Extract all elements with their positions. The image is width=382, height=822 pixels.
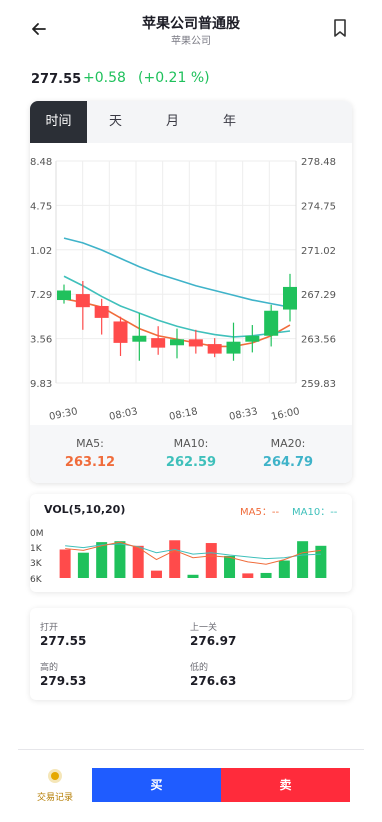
x-tick-label: 08:03 bbox=[108, 406, 138, 423]
candle-body bbox=[207, 344, 222, 354]
ma20-label: MA20: bbox=[270, 437, 306, 450]
candle-body bbox=[132, 335, 147, 342]
sell-button[interactable]: 卖 bbox=[221, 768, 350, 802]
page-title: 苹果公司普通股 bbox=[142, 16, 240, 32]
ma-summary-bar: MA5: 263.12 MA10: 262.59 MA20: 264.79 bbox=[30, 425, 352, 483]
y-tick-left: 9.83 bbox=[30, 379, 52, 390]
y-tick-left: 3.56 bbox=[30, 335, 52, 346]
bottom-divider bbox=[18, 749, 364, 750]
trade-records-link[interactable]: 交易记录 bbox=[30, 790, 80, 803]
x-tick-label: 08:18 bbox=[168, 406, 198, 423]
y-tick-right: 267.29 bbox=[301, 290, 336, 301]
candle-body bbox=[170, 339, 184, 346]
x-tick-label: 09:30 bbox=[48, 406, 78, 423]
prev-close-label: 上一关 bbox=[190, 623, 218, 633]
candle-body bbox=[264, 310, 279, 336]
current-price: 277.55 bbox=[31, 72, 82, 87]
volume-bar bbox=[169, 540, 181, 578]
volume-tick: 0M bbox=[30, 529, 44, 539]
period-tabs: 时间 天 月 年 bbox=[30, 101, 352, 143]
y-tick-left: 7.29 bbox=[30, 290, 52, 301]
prev-close-value: 276.97 bbox=[190, 634, 237, 648]
candle-body bbox=[226, 341, 241, 354]
price-change-percent: (+0.21 %) bbox=[138, 70, 210, 86]
y-tick-left: 8.48 bbox=[30, 157, 52, 168]
ma5-value: 263.12 bbox=[64, 455, 116, 470]
volume-bar bbox=[187, 574, 199, 578]
x-tick-label: 08:33 bbox=[228, 406, 258, 423]
candlestick-chart[interactable]: 8.48 278.48 4.75 274.75 1.02 271.02 7.29 267.29… bbox=[30, 143, 352, 425]
volume-bar bbox=[114, 541, 126, 578]
stats-card: 打开 277.55 上一关 276.97 高的 279.53 低的 276.63 bbox=[30, 608, 352, 700]
candle-body bbox=[113, 321, 128, 343]
volume-bar bbox=[96, 542, 108, 578]
y-tick-left: 1.02 bbox=[30, 246, 52, 257]
volume-bar bbox=[224, 555, 236, 578]
candle-body bbox=[75, 294, 90, 308]
volume-bar bbox=[150, 570, 162, 578]
volume-bar bbox=[278, 560, 290, 578]
page-subtitle: 苹果公司 bbox=[171, 36, 211, 47]
x-tick-label: 16:00 bbox=[270, 406, 300, 423]
volume-tick: 6K bbox=[30, 575, 43, 584]
volume-tick: 1K bbox=[30, 544, 43, 554]
candle-body bbox=[151, 338, 166, 348]
buy-button[interactable]: 买 bbox=[92, 768, 221, 802]
volume-bar bbox=[260, 572, 272, 578]
volume-ma5-label: MA5：-- bbox=[240, 507, 280, 518]
y-tick-left: 4.75 bbox=[30, 201, 52, 212]
volume-card: VOL(5,10,20) MA5：-- MA10：-- 0M 1K 3K 6K bbox=[30, 494, 352, 592]
y-tick-right: 278.48 bbox=[301, 157, 336, 168]
tab-time[interactable]: 时间 bbox=[30, 101, 87, 143]
tab-month[interactable]: 月 bbox=[144, 101, 201, 143]
ma10-label: MA10: bbox=[173, 437, 209, 450]
candle-body bbox=[188, 339, 203, 347]
ma20-line bbox=[63, 237, 291, 308]
volume-bar bbox=[77, 552, 89, 578]
volume-bar bbox=[242, 573, 254, 578]
tab-year[interactable]: 年 bbox=[201, 101, 258, 143]
low-label: 低的 bbox=[190, 663, 209, 673]
volume-bar bbox=[59, 549, 71, 578]
price-change: +0.58 bbox=[83, 70, 126, 86]
coin-icon[interactable] bbox=[47, 768, 63, 784]
candle-body bbox=[57, 290, 71, 301]
volume-title: VOL(5,10,20) bbox=[44, 503, 126, 516]
tab-day[interactable]: 天 bbox=[87, 101, 144, 143]
low-value: 276.63 bbox=[190, 674, 237, 688]
high-value: 279.53 bbox=[40, 674, 87, 688]
open-label: 打开 bbox=[40, 623, 59, 633]
y-tick-right: 259.83 bbox=[301, 379, 336, 390]
ma10-value: 262.59 bbox=[165, 455, 217, 470]
candle-body bbox=[245, 335, 260, 342]
open-value: 277.55 bbox=[40, 634, 87, 648]
y-tick-right: 263.56 bbox=[301, 335, 336, 346]
ma20-value: 264.79 bbox=[262, 455, 314, 470]
y-tick-right: 271.02 bbox=[301, 246, 336, 257]
volume-chart: 0M 1K 3K 6K bbox=[30, 529, 327, 584]
y-tick-right: 274.75 bbox=[301, 201, 336, 212]
candle-body bbox=[283, 286, 297, 310]
price-chart-card: 时间 天 月 年 8.48 278.48 4.75 274.75 1.02 271.02 7… bbox=[30, 101, 352, 483]
candle-body bbox=[94, 305, 109, 318]
volume-tick: 3K bbox=[30, 559, 43, 569]
volume-ma10-label: MA10：-- bbox=[292, 507, 338, 518]
ma5-label: MA5: bbox=[76, 437, 104, 450]
high-label: 高的 bbox=[40, 663, 59, 673]
volume-bar bbox=[297, 541, 309, 578]
volume-bar bbox=[205, 543, 217, 578]
bookmark-icon[interactable] bbox=[330, 17, 350, 39]
